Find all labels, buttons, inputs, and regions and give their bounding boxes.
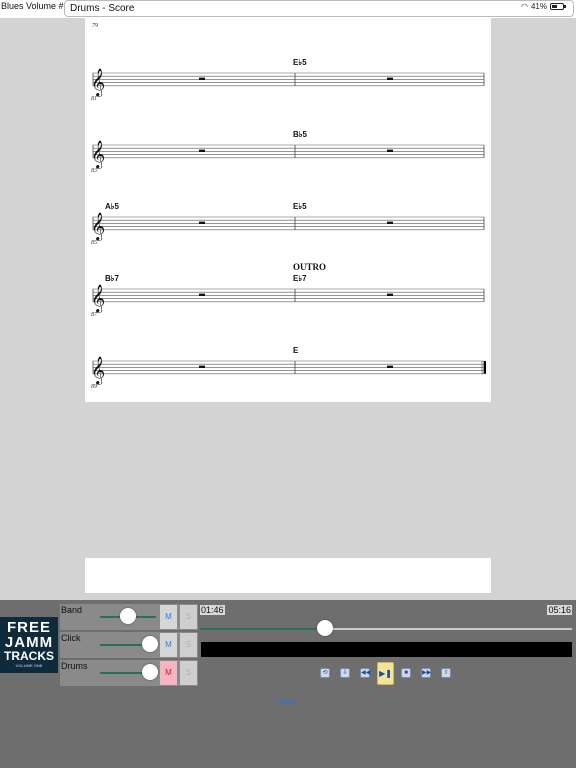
chord-symbol: A♭5 [105, 202, 120, 211]
progress-slider-fill [200, 628, 325, 630]
volume-slider-knob[interactable] [142, 636, 159, 652]
solo-button[interactable]: S [180, 605, 197, 629]
play-pause-button[interactable]: ▶❚ [377, 662, 394, 685]
rewind-icon: ◀◀ [361, 670, 371, 676]
whole-rest [387, 77, 393, 80]
window-title-field[interactable]: Drums - Score [64, 0, 574, 17]
measure-number: 83 [91, 168, 97, 174]
stop-button[interactable]: ■ [401, 668, 411, 678]
album-art: FREE JAMM TRACKS VOLUME ONE [0, 617, 58, 673]
window-title: Drums - Score [70, 3, 135, 14]
loop-button[interactable]: ⟲ [320, 668, 330, 678]
solo-button[interactable]: S [180, 633, 197, 657]
album-art-line2: JAMM [4, 634, 54, 651]
whole-rest [199, 221, 205, 224]
final-barline [484, 361, 486, 374]
measure-number: 85 [91, 240, 97, 246]
waveform-display[interactable] [201, 642, 572, 657]
whole-rest [199, 77, 205, 80]
loop-icon: ⟲ [322, 670, 328, 676]
rewind-button[interactable]: ◀◀ [360, 668, 370, 678]
treble-clef-icon: 𝄞 [91, 68, 105, 97]
whole-rest [387, 149, 393, 152]
play-pause-icon: ▶❚ [379, 669, 392, 678]
score-page: 79 𝄞 81 E♭5 𝄞 83 B♭5 𝄞 85 A♭5 E♭5 𝄞 87 B♭7 E♭7 OUTRO 𝄞 89… [85, 18, 491, 402]
track-drums: Drums M S [60, 660, 198, 686]
total-time: 05:16 [547, 605, 572, 615]
track-band: Band M S [60, 604, 198, 630]
whole-rest [199, 149, 205, 152]
mute-button[interactable]: M [160, 605, 177, 629]
whole-rest [387, 293, 393, 296]
progress-slider-track[interactable] [200, 628, 572, 630]
skip-down-button[interactable]: ⇩ [340, 668, 350, 678]
progress-slider-knob[interactable] [316, 620, 333, 636]
app-title: Blues Volume #2 [1, 1, 69, 11]
status-bar: Blues Volume #2 Drums - Score ◠ 41% [0, 0, 576, 18]
treble-clef-icon: 𝄞 [91, 212, 105, 241]
measure-number: 81 [91, 96, 97, 102]
mute-button[interactable]: M [160, 633, 177, 657]
skip-up-icon: ⇧ [443, 670, 449, 676]
track-name: Band [61, 605, 83, 615]
chord-symbol: E♭7 [293, 274, 307, 283]
mute-button[interactable]: M [160, 661, 177, 685]
stop-icon: ■ [404, 670, 408, 676]
fast-forward-button[interactable]: ▶▶ [421, 668, 431, 678]
skip-down-icon: ⇩ [342, 670, 348, 676]
track-click: Click M S [60, 632, 198, 658]
score-page-next [85, 558, 491, 593]
treble-clef-icon: 𝄞 [91, 284, 105, 313]
volume-slider-knob[interactable] [142, 664, 159, 680]
measure-number: 79 [92, 23, 98, 29]
elapsed-time: 01:46 [200, 605, 225, 615]
treble-clef-icon: 𝄞 [91, 356, 105, 385]
system-icons: ◠ 41% [521, 2, 566, 11]
close-link[interactable]: Close [276, 697, 296, 706]
album-art-line3: TRACKS [4, 649, 54, 663]
album-art-line4: VOLUME ONE [15, 663, 43, 668]
measure-number: 87 [91, 312, 98, 318]
whole-rest [199, 365, 205, 368]
section-label: OUTRO [293, 262, 326, 272]
chord-symbol: B♭5 [293, 130, 308, 139]
whole-rest [387, 221, 393, 224]
track-name: Click [61, 633, 81, 643]
track-name: Drums [61, 661, 88, 671]
chord-symbol: B♭7 [105, 274, 120, 283]
score-staves: 79𝄞81E♭5𝄞83B♭5𝄞85A♭5 E♭5𝄞87B♭7 E♭7OUTRO𝄞89… [91, 23, 486, 390]
solo-button[interactable]: S [180, 661, 197, 685]
battery-icon [550, 3, 566, 10]
treble-clef-icon: 𝄞 [91, 140, 105, 169]
volume-slider-knob[interactable] [120, 608, 136, 624]
battery-percent: 41% [530, 2, 547, 11]
measure-number: 89 [91, 384, 97, 390]
wifi-icon: ◠ [521, 2, 528, 11]
fast-forward-icon: ▶▶ [422, 670, 432, 676]
album-art-line1: FREE [6, 619, 51, 636]
chord-symbol: E♭5 [293, 202, 307, 211]
chord-symbol: E♭5 [293, 58, 307, 67]
chord-symbol: E [293, 346, 299, 355]
whole-rest [199, 293, 205, 296]
whole-rest [387, 365, 393, 368]
skip-up-button[interactable]: ⇧ [441, 668, 451, 678]
